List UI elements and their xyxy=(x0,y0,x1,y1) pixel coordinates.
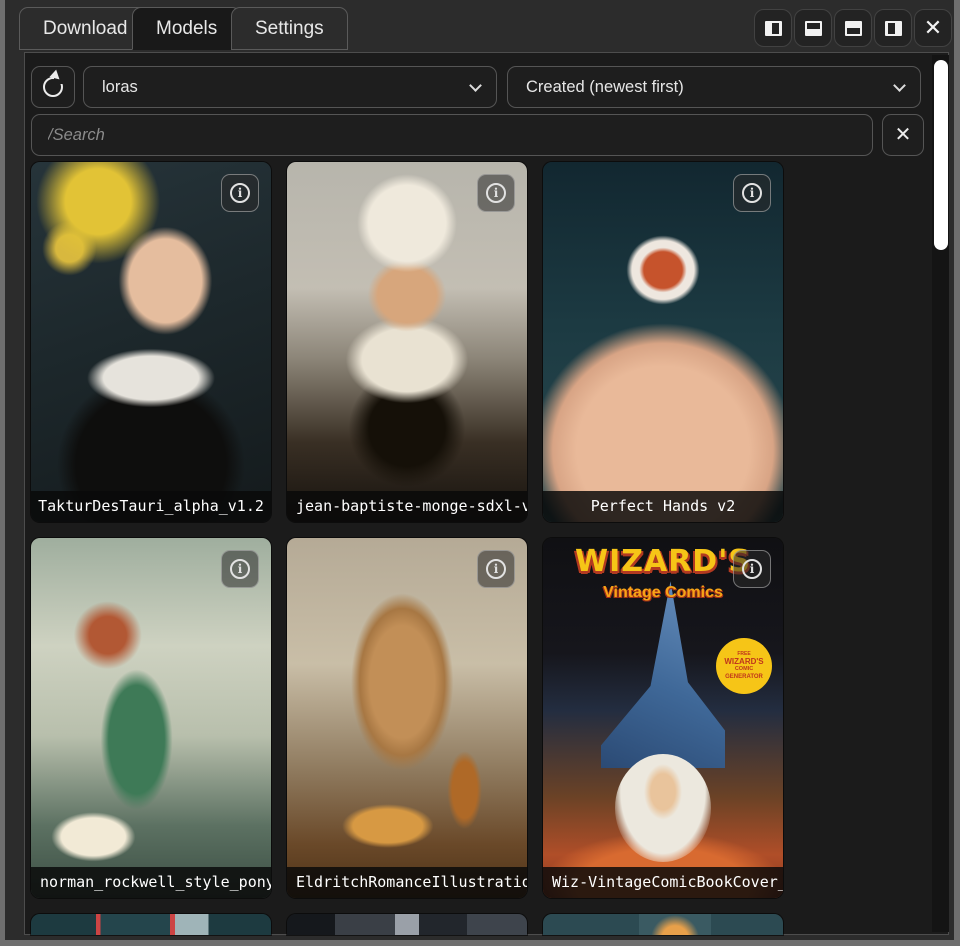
model-card-eldritch-romance[interactable]: i EldritchRomanceIllustratio xyxy=(287,538,527,898)
wizard-hat-art xyxy=(601,581,726,768)
model-card-jean-baptiste-monge[interactable]: i jean-baptiste-monge-sdxl-v xyxy=(287,162,527,522)
clear-search-button[interactable]: ✕ xyxy=(882,114,924,156)
model-card-norman-rockwell[interactable]: i norman_rockwell_style_pony xyxy=(31,538,271,898)
model-name-label: norman_rockwell_style_pony xyxy=(31,867,271,898)
info-button[interactable]: i xyxy=(477,550,515,588)
dock-bottom-button[interactable] xyxy=(834,9,872,47)
model-name-label: TakturDesTauri_alpha_v1.2 xyxy=(31,491,271,522)
info-icon: i xyxy=(230,183,250,203)
model-card-partial[interactable] xyxy=(287,914,527,935)
info-icon: i xyxy=(230,559,250,579)
model-card-perfect-hands[interactable]: i Perfect Hands v2 xyxy=(543,162,783,522)
scrollbar-thumb[interactable] xyxy=(934,60,948,250)
model-name-label: Perfect Hands v2 xyxy=(543,491,783,522)
info-button[interactable]: i xyxy=(733,174,771,212)
model-thumbnail xyxy=(543,162,783,522)
info-icon: i xyxy=(486,183,506,203)
model-name-label: jean-baptiste-monge-sdxl-v xyxy=(287,491,527,522)
info-icon: i xyxy=(486,559,506,579)
model-card-partial[interactable] xyxy=(31,914,271,935)
model-thumbnail xyxy=(287,914,527,935)
dock-left-icon xyxy=(885,21,902,36)
model-card-wiz-vintage-comic[interactable]: WIZARD'S Vintage Comics FREE WIZARD'S CO… xyxy=(543,538,783,898)
dock-right-button[interactable] xyxy=(754,9,792,47)
scrollbar-track[interactable] xyxy=(932,55,949,932)
chevron-down-icon xyxy=(469,79,482,92)
clear-icon: ✕ xyxy=(895,125,912,145)
chevron-down-icon xyxy=(893,79,906,92)
close-button[interactable]: ✕ xyxy=(914,9,952,47)
dock-bottom-icon xyxy=(845,21,862,36)
dock-left-button[interactable] xyxy=(874,9,912,47)
model-thumbnail xyxy=(287,538,527,898)
close-icon: ✕ xyxy=(924,17,942,39)
info-button[interactable]: i xyxy=(221,550,259,588)
info-button[interactable]: i xyxy=(733,550,771,588)
model-thumbnail xyxy=(287,162,527,522)
search-input[interactable] xyxy=(31,114,873,156)
model-type-select[interactable]: loras xyxy=(83,66,497,108)
refresh-button[interactable] xyxy=(31,66,75,108)
info-button[interactable]: i xyxy=(477,174,515,212)
model-card-partial[interactable] xyxy=(543,914,783,935)
model-thumbnail: WIZARD'S Vintage Comics FREE WIZARD'S CO… xyxy=(543,538,783,898)
model-name-label: Wiz-VintageComicBookCover_ xyxy=(543,867,783,898)
tab-models-label: Models xyxy=(156,18,217,40)
model-thumbnail xyxy=(31,162,271,522)
model-thumbnail xyxy=(31,914,271,935)
tab-download-label: Download xyxy=(43,18,128,40)
refresh-icon xyxy=(43,77,63,97)
dock-right-icon xyxy=(765,21,782,36)
model-name-label: EldritchRomanceIllustratio xyxy=(287,867,527,898)
info-icon: i xyxy=(742,559,762,579)
dock-top-button[interactable] xyxy=(794,9,832,47)
sort-selected-value: Created (newest first) xyxy=(526,78,684,97)
dock-top-icon xyxy=(805,21,822,36)
model-thumbnail xyxy=(543,914,783,935)
tab-settings[interactable]: Settings xyxy=(231,7,348,50)
thumbnail-cover-badge: FREE WIZARD'S COMIC GENERATOR xyxy=(716,638,772,694)
info-icon: i xyxy=(742,183,762,203)
app-window: Download Models Settings ✕ loras xyxy=(0,0,960,946)
model-card-takturdestauri[interactable]: i TakturDesTauri_alpha_v1.2 xyxy=(31,162,271,522)
tab-settings-label: Settings xyxy=(255,18,324,40)
info-button[interactable]: i xyxy=(221,174,259,212)
tab-models[interactable]: Models xyxy=(132,7,241,50)
tab-bar: Download Models Settings ✕ xyxy=(5,0,954,52)
wizard-beard-art xyxy=(615,754,711,862)
model-type-selected-value: loras xyxy=(102,78,138,97)
sort-select[interactable]: Created (newest first) xyxy=(507,66,921,108)
model-thumbnail xyxy=(31,538,271,898)
